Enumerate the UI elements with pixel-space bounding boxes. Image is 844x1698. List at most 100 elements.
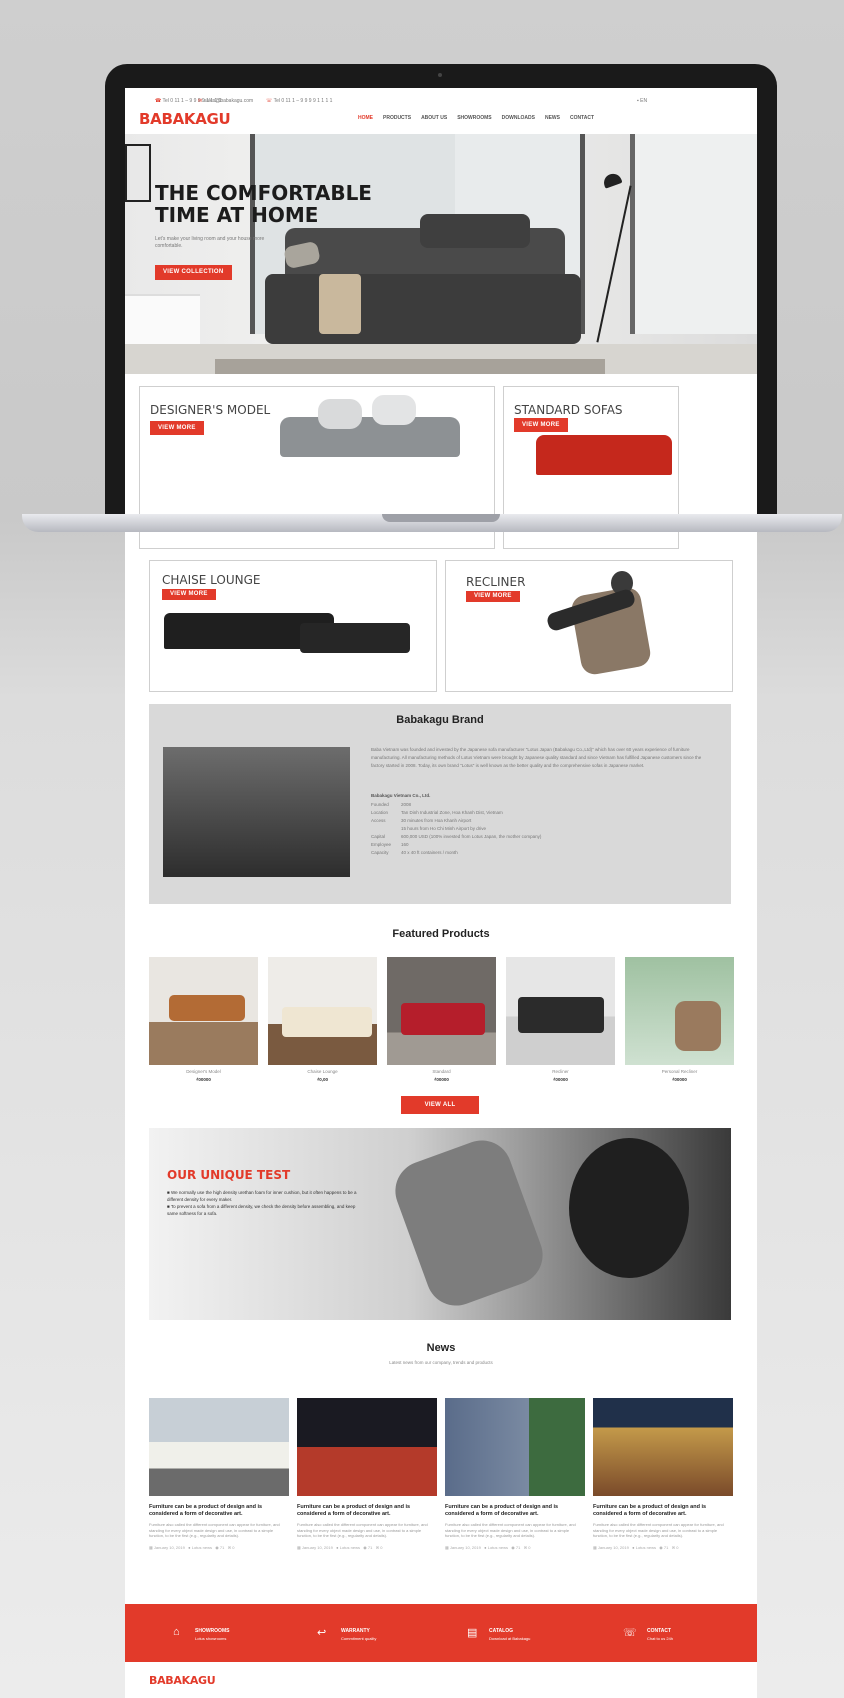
product-price: ₫00000 <box>672 1077 687 1082</box>
eye-icon: ◉ <box>363 1544 367 1550</box>
view-more-button[interactable]: VIEW MORE <box>162 589 216 600</box>
category-recliner[interactable]: RECLINER VIEW MORE <box>445 560 733 692</box>
nav-contact[interactable]: CONTACT <box>570 115 594 121</box>
picture-frame <box>125 144 151 202</box>
topbar-hotline: ☏ Tel 0 11 1 – 9 9 9 9 1 1 1 1 <box>266 98 332 104</box>
page-sheet: CHAISE LOUNGE VIEW MORE RECLINER VIEW MO… <box>125 532 757 1698</box>
fact-row: Employee 160 <box>371 841 711 849</box>
news-date: January 10, 2019 <box>153 1544 185 1550</box>
view-more-button[interactable]: VIEW MORE <box>466 591 520 602</box>
category-designers-model[interactable]: DESIGNER'S MODEL VIEW MORE <box>139 386 495 514</box>
news-comments: 0 <box>676 1544 679 1550</box>
view-more-button[interactable]: VIEW MORE <box>514 418 568 432</box>
product-card[interactable]: Designer's Model ₫00000 <box>149 957 258 1082</box>
footer-catalog[interactable]: CATALOG Download at Babakagu <box>489 1628 530 1641</box>
news-card[interactable]: Furniture can be a product of design and… <box>297 1398 437 1550</box>
news-image <box>297 1398 437 1496</box>
floor-lamp-pole <box>596 185 632 343</box>
product-recliner-shape <box>675 1001 721 1051</box>
bullet-item: ■ We normally use the high density ureth… <box>167 1190 357 1202</box>
news-views: 71 <box>515 1544 521 1550</box>
nav-showrooms[interactable]: SHOWROOMS <box>457 115 491 121</box>
product-price: ₫00000 <box>553 1077 568 1082</box>
fact-row: Founded 2008 <box>371 801 711 809</box>
news-meta: ▦ January 10, 2019 ● Lotus news ◉ 71 ✉ 0 <box>593 1545 733 1550</box>
news-subtitle: Latest news from our company, trends and… <box>389 1360 493 1365</box>
product-name: Chaise Lounge <box>307 1069 338 1074</box>
product-image <box>506 957 615 1065</box>
news-item-title[interactable]: Furniture can be a product of design and… <box>593 1504 733 1518</box>
fact-label: Capital <box>371 834 386 839</box>
calendar-icon: ▦ <box>297 1544 301 1550</box>
news-card[interactable]: Furniture can be a product of design and… <box>149 1398 289 1550</box>
fact-row: Capacity 40 x 40 ft containers / month <box>371 849 711 857</box>
worker-image <box>569 1138 689 1278</box>
news-item-title[interactable]: Furniture can be a product of design and… <box>297 1504 437 1518</box>
chaise-extension <box>300 623 410 653</box>
category-chaise-lounge[interactable]: CHAISE LOUNGE VIEW MORE <box>149 560 437 692</box>
nav-downloads[interactable]: DOWNLOADS <box>502 115 535 121</box>
bullet-item: ■ To prevent a sofa from a different den… <box>167 1204 356 1216</box>
flag-icon: ▪ <box>637 98 639 104</box>
fact-value: 600,000 USD (100% invested from Lotus Ja… <box>401 834 542 839</box>
hero-banner: THE COMFORTABLE TIME AT HOME Let's make … <box>125 134 757 374</box>
calendar-icon: ▦ <box>149 1544 153 1550</box>
product-image <box>268 957 377 1065</box>
nav-about[interactable]: ABOUT US <box>421 115 447 121</box>
category-standard-sofas[interactable]: STANDARD SOFAS VIEW MORE <box>503 386 679 514</box>
footer-showrooms[interactable]: SHOWROOMS Lotus showrooms <box>195 1628 229 1641</box>
product-name: Standard <box>432 1069 451 1074</box>
news-comments: 0 <box>380 1544 383 1550</box>
product-name: Personal Recliner <box>661 1069 698 1074</box>
brand-facts: Founded 2008 Location Tan Dinh Industrial … <box>371 801 711 857</box>
sofa-image <box>536 435 672 475</box>
category-title: RECLINER <box>466 575 526 589</box>
rug <box>215 359 605 374</box>
news-date: January 10, 2019 <box>301 1544 333 1550</box>
news-card[interactable]: Furniture can be a product of design and… <box>445 1398 585 1550</box>
footer-warranty[interactable]: WARRANTY Commitment quality <box>341 1628 376 1641</box>
news-views: 71 <box>219 1544 225 1550</box>
news-date: January 10, 2019 <box>597 1544 629 1550</box>
news-title: News <box>426 1342 456 1354</box>
product-sofa-shape <box>518 997 604 1033</box>
footer-item-title: CATALOG <box>489 1628 513 1634</box>
product-card[interactable]: Chaise Lounge ₫0,00 <box>268 957 377 1082</box>
news-item-title[interactable]: Furniture can be a product of design and… <box>445 1504 585 1518</box>
product-card[interactable]: Standard ₫00000 <box>387 957 496 1082</box>
sofa-image <box>280 417 460 457</box>
nav-home[interactable]: HOME <box>358 115 373 121</box>
topbar-email[interactable]: ✉ sales@babakagu.com <box>198 98 253 104</box>
footer-logo[interactable]: BABAKAGU <box>149 1674 216 1687</box>
category-title: CHAISE LOUNGE <box>162 573 261 587</box>
fact-value: 2008 <box>401 802 412 807</box>
category-box-edge <box>503 532 679 549</box>
laptop-hinge-notch <box>382 514 500 522</box>
news-meta: ▦ January 10, 2019 ● Lotus news ◉ 71 ✉ 0 <box>445 1545 585 1550</box>
category-box-edge <box>139 532 495 549</box>
product-card[interactable]: Personal Recliner ₫00000 <box>625 957 734 1082</box>
footer-contact[interactable]: CONTACT Chat to us 24h <box>647 1628 673 1641</box>
brand-intro: Baba Vietnam was founded and invested by… <box>371 747 702 768</box>
view-all-button[interactable]: VIEW ALL <box>401 1096 479 1114</box>
brand-section: Babakagu Brand Baba Vietnam was founded … <box>149 704 731 904</box>
view-more-button[interactable]: VIEW MORE <box>150 421 204 435</box>
news-item-body: Furniture also called the different comp… <box>593 1522 724 1538</box>
product-card[interactable]: Recliner ₫00000 <box>506 957 615 1082</box>
fact-label: Founded <box>371 802 389 807</box>
fact-label: Employee <box>371 842 392 847</box>
news-meta: ▦ January 10, 2019 ● Lotus news ◉ 71 ✉ 0 <box>149 1545 289 1550</box>
news-author: Lotus news <box>635 1544 656 1550</box>
hero-cta-button[interactable]: VIEW COLLECTION <box>155 265 232 280</box>
language-label: EN <box>640 98 648 104</box>
hero-sofa-seat <box>265 274 581 344</box>
eye-icon: ◉ <box>659 1544 663 1550</box>
calendar-icon: ▦ <box>445 1544 449 1550</box>
nav-news[interactable]: NEWS <box>545 115 560 121</box>
nav-products[interactable]: PRODUCTS <box>383 115 411 121</box>
news-card[interactable]: Furniture can be a product of design and… <box>593 1398 733 1550</box>
site-logo[interactable]: BABAKAGU <box>139 110 231 128</box>
language-selector[interactable]: ▪ EN <box>637 98 647 104</box>
news-item-title[interactable]: Furniture can be a product of design and… <box>149 1504 289 1518</box>
category-title: STANDARD SOFAS <box>514 403 623 417</box>
